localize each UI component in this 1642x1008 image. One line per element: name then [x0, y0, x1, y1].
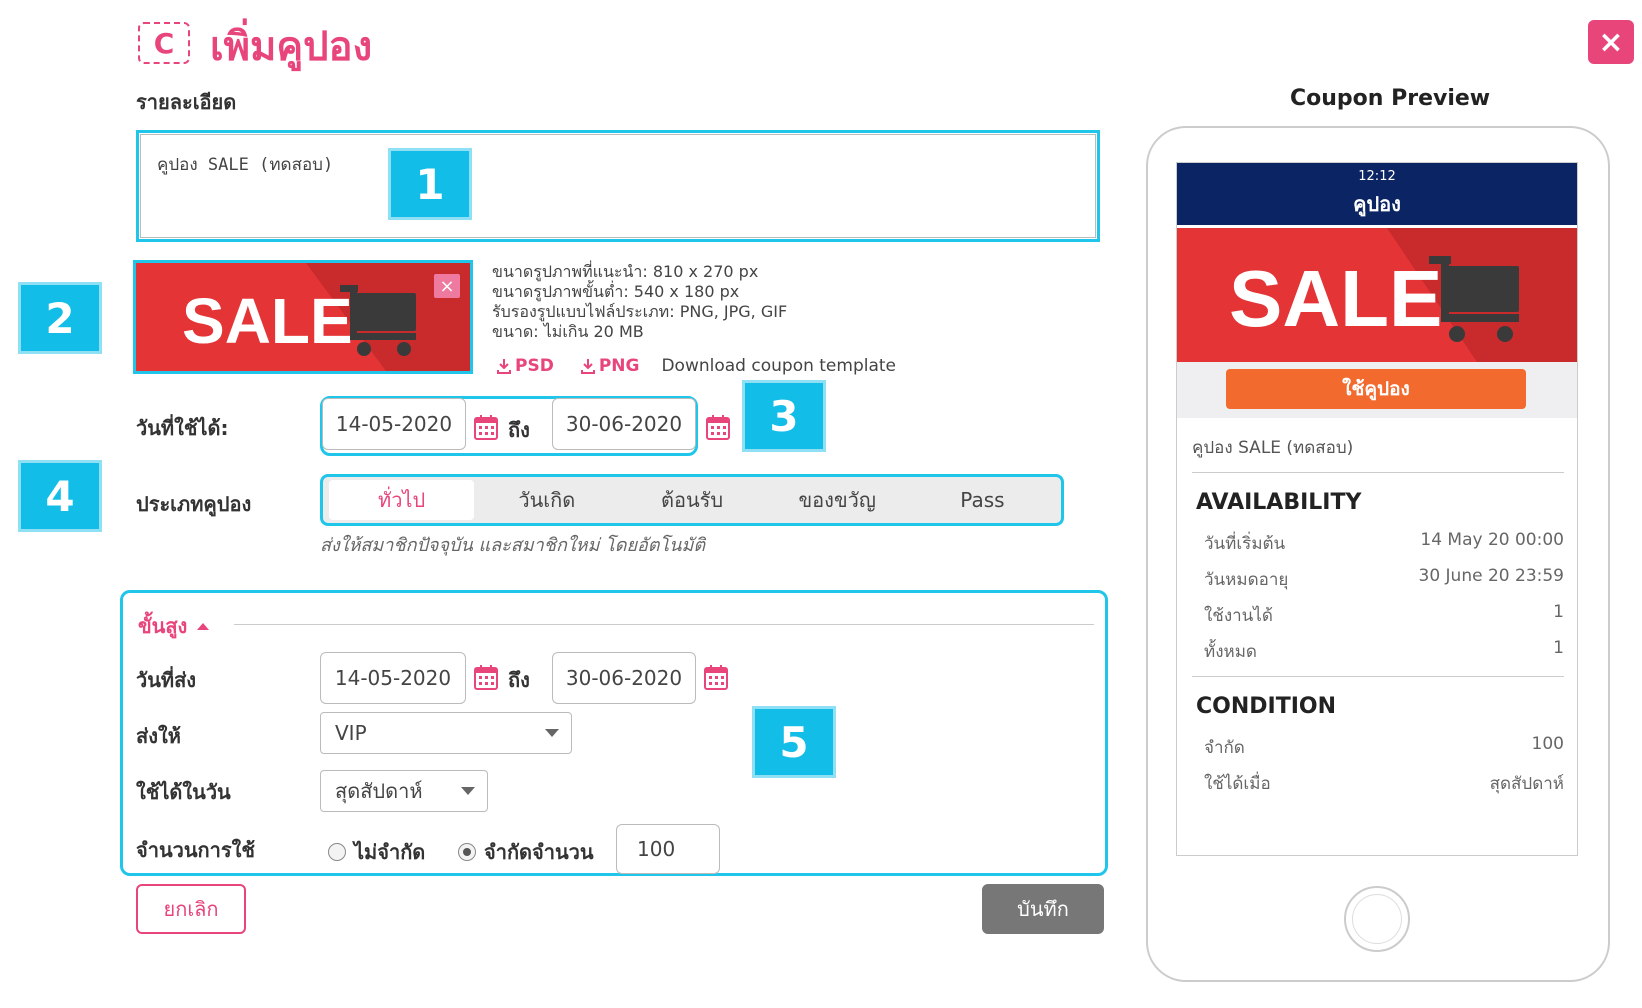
usable-day-label: ใช้ได้ในวัน — [136, 780, 231, 804]
send-date-label: วันที่ส่ง — [136, 668, 197, 692]
step-badge-1: 1 — [388, 148, 472, 220]
step-badge-3: 3 — [742, 380, 826, 452]
coupon-type-gift[interactable]: ของขวัญ — [765, 480, 910, 520]
usage-limit-input[interactable]: 100 — [616, 824, 720, 874]
preview-sale-text: SALE — [1229, 254, 1442, 343]
condition-row: จำกัด 100 — [1204, 734, 1564, 758]
send-start-date-input[interactable]: 14-05-2020 — [320, 652, 466, 704]
preview-banner: SALE — [1177, 228, 1577, 362]
usage-limited-option[interactable]: จำกัดจำนวน — [458, 836, 594, 868]
remove-image-button[interactable]: × — [434, 274, 460, 298]
send-to-label: ส่งให้ — [136, 724, 181, 748]
condition-row: ใช้ได้เมื่อ สุดสัปดาห์ — [1204, 774, 1564, 794]
download-icon — [580, 359, 595, 374]
availability-row: วันที่เริ่มต้น 14 May 20 00:00 — [1204, 530, 1564, 554]
coupon-preview-title: Coupon Preview — [1290, 86, 1491, 111]
image-recommended-size: ขนาดรูปภาพที่แนะนำ: 810 x 270 px — [492, 262, 759, 281]
preview-screen-title: คูปอง — [1353, 192, 1401, 216]
advanced-divider — [234, 624, 1094, 625]
preview-divider — [1192, 676, 1564, 677]
page-title: เพิ่มคูปอง — [210, 24, 373, 70]
calendar-icon[interactable] — [474, 664, 498, 690]
image-requirements: ขนาดรูปภาพที่แนะนำ: 810 x 270 px ขนาดรูป… — [492, 262, 787, 342]
valid-end-date-input[interactable]: 30-06-2020 — [552, 398, 696, 450]
details-label: รายละเอียด — [136, 90, 237, 114]
coupon-type-hint: ส่งให้สมาชิกปัจจุบัน และสมาชิกใหม่ โดยอั… — [320, 535, 706, 556]
download-png-link[interactable]: PNG — [580, 356, 639, 376]
coupon-type-birthday[interactable]: วันเกิด — [474, 480, 619, 520]
preview-coupon-name: คูปอง SALE (ทดสอบ) — [1192, 438, 1354, 458]
send-end-date-input[interactable]: 30-06-2020 — [552, 652, 696, 704]
step-badge-4: 4 — [18, 460, 102, 532]
coupon-type-label: ประเภทคูปอง — [136, 492, 252, 516]
chevron-down-icon — [545, 729, 559, 737]
chevron-up-icon — [197, 622, 210, 630]
advanced-label: ขั้นสูง — [138, 614, 188, 638]
description-textarea[interactable]: คูปอง SALE (ทดสอบ) — [140, 134, 1096, 238]
close-button[interactable]: × — [1588, 20, 1634, 64]
availability-row: ใช้งานได้ 1 — [1204, 602, 1564, 626]
chevron-down-icon — [461, 787, 475, 795]
coupon-type-general[interactable]: ทั่วไป — [329, 480, 475, 520]
download-templates: PSD PNG Download coupon template — [496, 356, 896, 376]
coupon-logo-icon: C — [138, 22, 190, 64]
download-icon — [497, 359, 511, 374]
preview-sale-graphic: SALE — [1229, 228, 1577, 362]
coupon-type-welcome[interactable]: ต้อนรับ — [619, 480, 764, 520]
image-minimum-size: ขนาดรูปภาพขั้นต่ำ: 540 x 180 px — [492, 282, 740, 301]
preview-divider — [1192, 472, 1564, 473]
download-psd-link[interactable]: PSD — [496, 356, 554, 376]
coupon-image[interactable]: SALE — [133, 260, 473, 374]
advanced-toggle[interactable]: ขั้นสูง — [138, 610, 210, 642]
usage-unlimited-option[interactable]: ไม่จำกัด — [328, 836, 425, 868]
coupon-type-pass[interactable]: Pass — [910, 480, 1055, 520]
date-range-to-label: ถึง — [508, 418, 530, 442]
advanced-section — [120, 590, 1108, 876]
calendar-icon[interactable] — [706, 414, 730, 440]
step-badge-2: 2 — [18, 282, 102, 354]
calendar-icon[interactable] — [704, 664, 728, 690]
condition-heading: CONDITION — [1196, 694, 1337, 719]
image-max-filesize: ขนาด: ไม่เกิน 20 MB — [492, 322, 644, 341]
valid-start-date-input[interactable]: 14-05-2020 — [322, 398, 466, 450]
coupon-type-selector: ทั่วไป วันเกิด ต้อนรับ ของขวัญ Pass — [320, 474, 1064, 526]
save-button[interactable]: บันทึก — [982, 884, 1104, 934]
image-file-types: รับรองรูปแบบไฟล์ประเภท: PNG, JPG, GIF — [492, 302, 788, 321]
cancel-button[interactable]: ยกเลิก — [136, 884, 246, 934]
availability-heading: AVAILABILITY — [1196, 490, 1362, 515]
valid-dates-label: วันที่ใช้ได้: — [136, 416, 229, 440]
radio-unselected[interactable] — [328, 843, 346, 861]
usable-day-select[interactable]: สุดสัปดาห์ — [320, 770, 488, 812]
sale-banner-graphic: SALE — [182, 263, 470, 371]
usage-count-label: จำนวนการใช้ — [136, 838, 255, 862]
send-date-to-label: ถึง — [508, 668, 530, 692]
preview-time: 12:12 — [1358, 169, 1396, 184]
availability-row: วันหมดอายุ 30 June 20 23:59 — [1204, 566, 1564, 590]
calendar-icon[interactable] — [474, 414, 498, 440]
sale-banner-text: SALE — [182, 285, 353, 357]
phone-home-button-inner — [1352, 894, 1402, 944]
availability-row: ทั้งหมด 1 — [1204, 638, 1564, 662]
download-template-text: Download coupon template — [661, 356, 897, 376]
use-coupon-button[interactable]: ใช้คูปอง — [1226, 369, 1526, 409]
send-to-select[interactable]: VIP — [320, 712, 572, 754]
radio-selected[interactable] — [458, 843, 476, 861]
preview-header: 12:12 คูปอง — [1177, 163, 1577, 225]
